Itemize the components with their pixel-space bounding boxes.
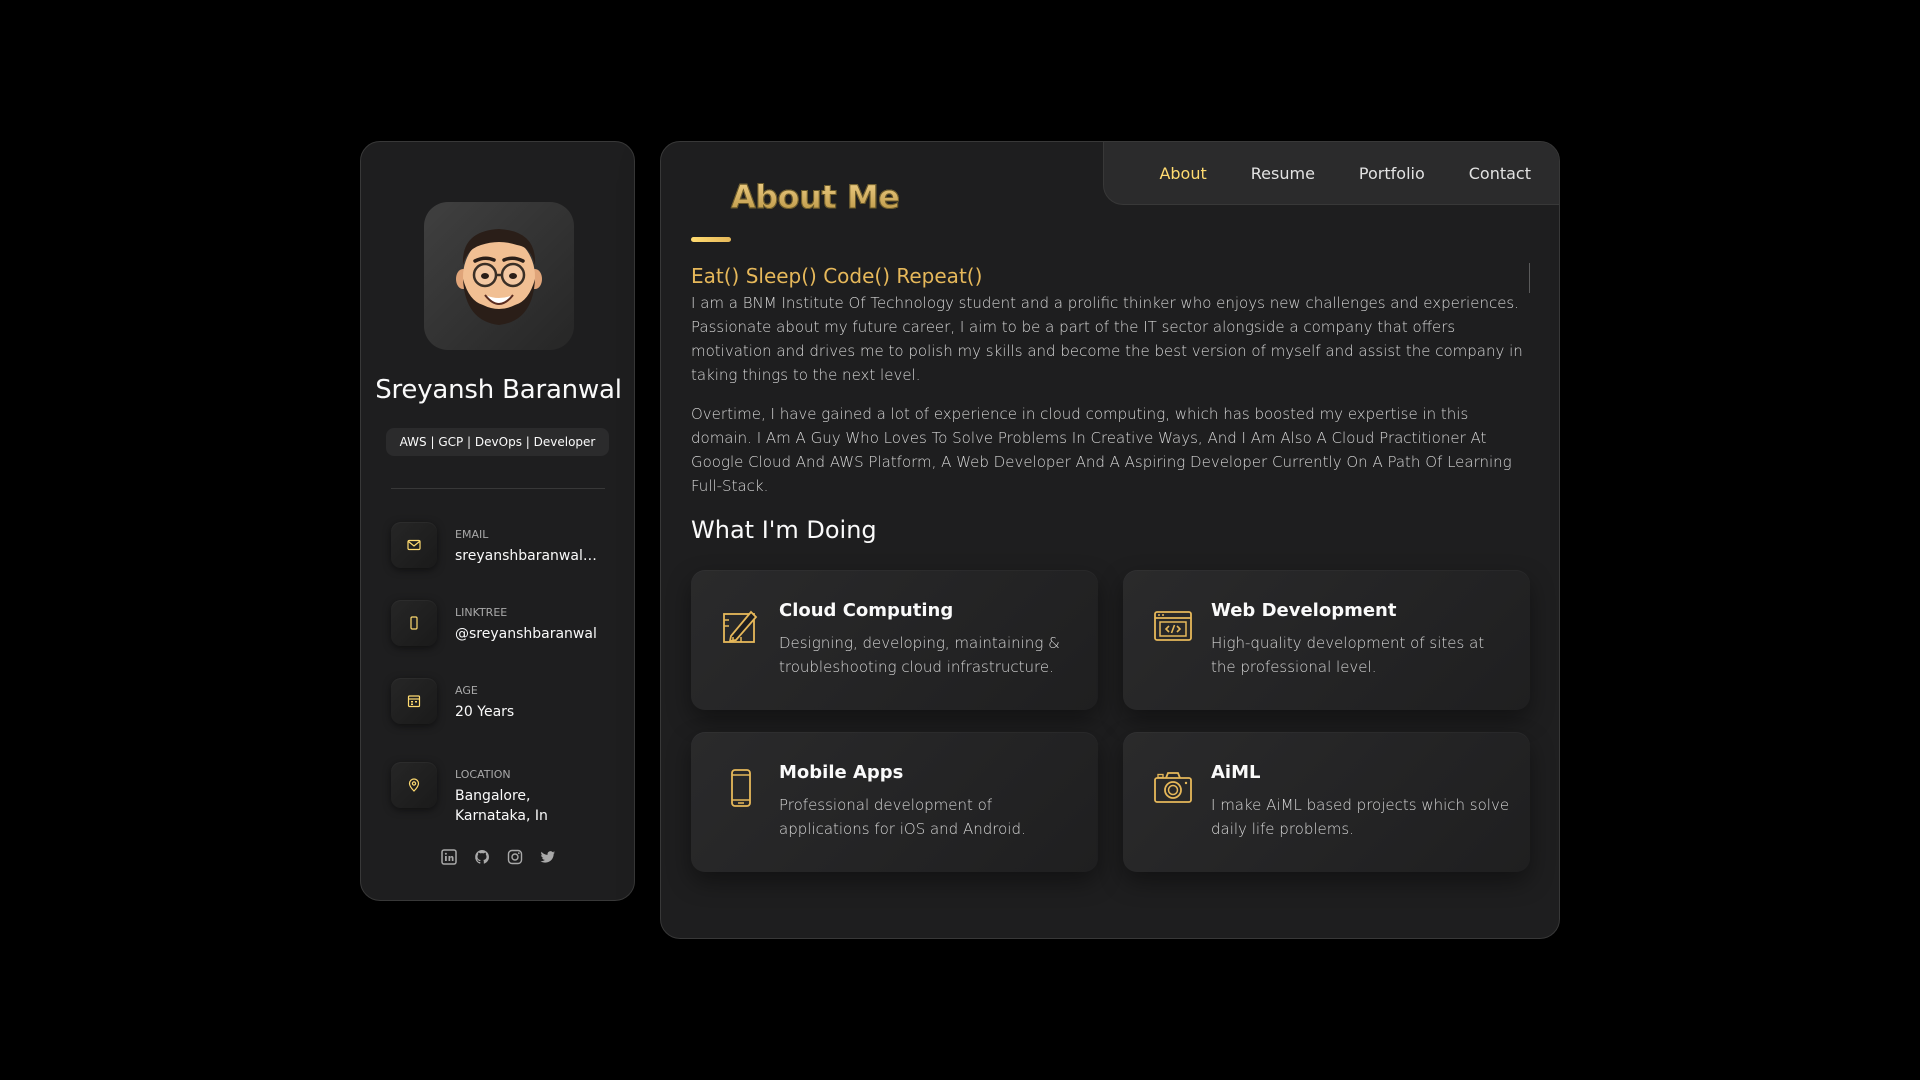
nav-resume[interactable]: Resume [1251, 164, 1315, 183]
tagline: Eat() Sleep() Code() Repeat() [691, 264, 983, 288]
camera-icon [1151, 766, 1195, 810]
avatar [424, 202, 574, 350]
design-pencil-icon [719, 604, 763, 648]
contact-label: EMAIL [455, 528, 489, 541]
twitter-icon[interactable] [539, 848, 557, 866]
nav-about[interactable]: About [1159, 164, 1206, 183]
contact-email[interactable]: EMAIL sreyanshbaranwal… [391, 522, 621, 582]
instagram-icon[interactable] [506, 848, 524, 866]
service-title: AiML [1211, 762, 1261, 783]
contact-label: AGE [455, 684, 478, 697]
nav-contact[interactable]: Contact [1469, 164, 1531, 183]
github-icon[interactable] [473, 848, 491, 866]
mobile-phone-icon [719, 766, 763, 810]
service-card-cloud-computing: Cloud Computing Designing, developing, m… [691, 570, 1098, 710]
service-title: Web Development [1211, 600, 1397, 621]
location-pin-icon [391, 762, 437, 808]
mail-icon [391, 522, 437, 568]
contact-value: 20 Years [455, 704, 515, 720]
contact-age: AGE 20 Years [391, 678, 621, 738]
service-text: High-quality development of sites at the… [1211, 634, 1485, 676]
contact-label: LINKTREE [455, 606, 508, 619]
social-links [361, 848, 636, 866]
sidebar-separator [391, 488, 605, 489]
service-title: Mobile Apps [779, 762, 904, 783]
service-card-web-development: Web Development High-quality development… [1123, 570, 1530, 710]
service-text: Designing, developing, maintaining & tro… [779, 634, 1060, 676]
memoji-avatar-icon [456, 229, 542, 325]
title-underline [691, 237, 731, 242]
service-title: Cloud Computing [779, 600, 954, 621]
phone-icon [391, 600, 437, 646]
service-text: I make AiML based projects which solve d… [1211, 796, 1510, 838]
about-paragraph-1: I am a BNM Institute Of Technology stude… [691, 294, 1523, 384]
nav-portfolio[interactable]: Portfolio [1359, 164, 1425, 183]
service-card-aiml: AiML I make AiML based projects which so… [1123, 732, 1530, 872]
calendar-icon [391, 678, 437, 724]
code-window-icon [1151, 604, 1195, 648]
navbar: About Resume Portfolio Contact [1103, 142, 1559, 205]
service-card-mobile-apps: Mobile Apps Professional development of … [691, 732, 1098, 872]
contact-label: LOCATION [455, 768, 511, 781]
contact-value[interactable]: @sreyanshbaranwal [455, 624, 605, 644]
page-title: About Me [730, 178, 900, 217]
profile-title-badge: AWS | GCP | DevOps | Developer [386, 428, 609, 456]
contact-location: LOCATION Bangalore, Karnataka, In [391, 762, 621, 832]
about-paragraph-2: Overtime, I have gained a lot of experie… [691, 405, 1512, 495]
text-cursor [1529, 263, 1530, 293]
service-text: Professional development of applications… [779, 796, 1026, 838]
linkedin-icon[interactable] [440, 848, 458, 866]
services-title: What I'm Doing [691, 516, 877, 544]
sidebar: Sreyansh Baranwal AWS | GCP | DevOps | D… [360, 141, 635, 901]
contact-value[interactable]: sreyanshbaranwal… [455, 546, 605, 566]
main-panel: About Resume Portfolio Contact About Me … [660, 141, 1560, 939]
contact-value: Bangalore, Karnataka, In [455, 788, 548, 824]
profile-name: Sreyansh Baranwal [375, 375, 622, 405]
contact-linktree[interactable]: LINKTREE @sreyanshbaranwal [391, 600, 621, 660]
